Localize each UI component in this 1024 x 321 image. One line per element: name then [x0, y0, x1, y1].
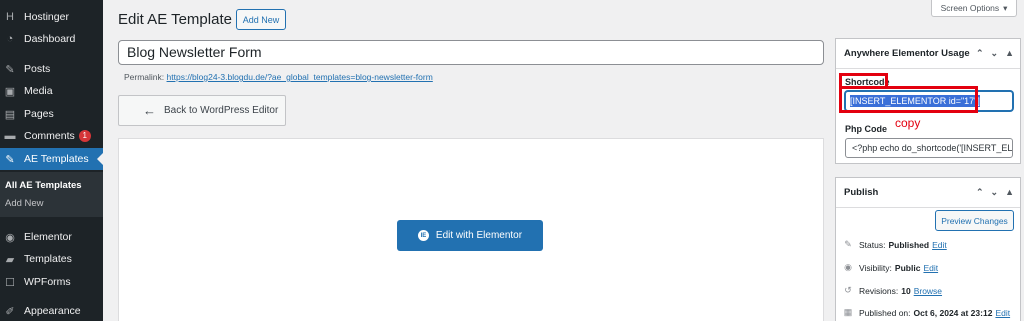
comment-count-badge: 1	[78, 130, 91, 142]
publish-box-title: Publish	[844, 187, 879, 198]
sidebar-item-label: Comments	[24, 130, 75, 142]
brush-icon: ✐	[5, 305, 15, 318]
sidebar-item-media[interactable]: ▣ Media	[0, 80, 103, 102]
shortcode-field-highlight	[839, 86, 978, 113]
publish-box-header: Publish ⌃ ⌄ ▲	[836, 178, 1020, 208]
publish-date-row: ▦ Published on: Oct 6, 2024 at 23:12 Edi…	[843, 307, 1010, 318]
edit-with-elementor-button[interactable]: IE Edit with Elementor	[397, 220, 543, 251]
chevron-down-icon: ▾	[1003, 2, 1008, 13]
sidebar-item-posts[interactable]: ✎ Posts	[0, 58, 103, 80]
ae-box-header: Anywhere Elementor Usage ⌃ ⌄ ▲	[836, 39, 1020, 69]
sidebar-item-label: Elementor	[24, 231, 72, 243]
sidebar-item-label: WPForms	[24, 276, 71, 288]
revisions-value: 10	[901, 285, 911, 296]
revisions-icon: ↺	[844, 285, 852, 295]
chevron-down-icon[interactable]: ⌄	[991, 187, 999, 198]
published-edit-link[interactable]: Edit	[995, 308, 1010, 318]
published-value: Oct 6, 2024 at 23:12	[913, 307, 993, 318]
sidebar-item-label: AE Templates	[24, 153, 89, 165]
calendar-icon: ▦	[843, 307, 853, 317]
chevron-up-icon[interactable]: ⌃	[976, 187, 984, 198]
chevron-up-icon[interactable]: ⌃	[976, 48, 984, 59]
hostinger-icon: H	[6, 11, 14, 23]
ae-templates-submenu: All AE Templates Add New	[0, 172, 103, 217]
permalink-link[interactable]: https://blog24-3.blogdu.de/?ae_global_te…	[167, 72, 433, 82]
publish-visibility-row: ◉ Visibility: Public Edit	[843, 262, 938, 273]
sidebar-item-comments[interactable]: ▬ Comments 1	[0, 125, 103, 147]
pages-icon: ▤	[4, 108, 16, 121]
preview-changes-button[interactable]: Preview Changes	[935, 210, 1014, 231]
eye-icon: ◉	[844, 262, 852, 272]
edit-with-elementor-label: Edit with Elementor	[435, 230, 523, 241]
sidebar-item-elementor[interactable]: ◉ Elementor	[0, 226, 103, 248]
publish-status-row: ✎ Status: Published Edit	[843, 239, 947, 250]
sidebar-item-pages[interactable]: ▤ Pages	[0, 103, 103, 125]
submenu-add-new[interactable]: Add New	[5, 198, 44, 209]
screen-options-label: Screen Options	[940, 3, 1000, 13]
toggle-caret-icon[interactable]: ▲	[1005, 187, 1014, 198]
add-new-button[interactable]: Add New	[236, 9, 286, 30]
sidebar-item-appearance[interactable]: ✐ Appearance	[0, 300, 103, 321]
comment-icon: ▬	[4, 130, 16, 142]
sidebar-item-ae-templates[interactable]: ✎ AE Templates	[0, 148, 103, 170]
sidebar-item-label: Dashboard	[24, 33, 76, 45]
publish-revisions-row: ↺ Revisions: 10 Browse	[843, 285, 942, 296]
dashboard-icon: ◔	[6, 33, 14, 45]
sidebar-item-label: Posts	[24, 63, 51, 75]
pin-icon: ✎	[5, 63, 15, 76]
form-icon: ☐	[5, 276, 15, 289]
sidebar-item-label: Templates	[24, 253, 72, 265]
sidebar-item-wpforms[interactable]: ☐ WPForms	[0, 271, 103, 293]
visibility-label: Visibility:	[859, 262, 892, 273]
copy-annotation: copy	[895, 116, 921, 130]
ae-box-title: Anywhere Elementor Usage	[844, 48, 970, 59]
media-icon: ▣	[4, 85, 16, 98]
arrow-left-icon: ←	[143, 103, 156, 118]
status-edit-link[interactable]: Edit	[932, 240, 947, 250]
sidebar-item-label: Appearance	[24, 305, 81, 317]
screen-options-button[interactable]: Screen Options ▾	[931, 0, 1017, 17]
revisions-label: Revisions:	[859, 285, 899, 296]
post-title-input[interactable]: Blog Newsletter Form	[118, 40, 824, 65]
visibility-value: Public	[894, 262, 921, 273]
folder-icon: ▰	[5, 253, 15, 266]
submenu-all-ae-templates[interactable]: All AE Templates	[5, 180, 82, 191]
sidebar-item-label: Media	[24, 85, 53, 97]
pin-icon: ✎	[5, 153, 15, 166]
elementor-icon: ◉	[5, 231, 15, 244]
status-label: Status:	[859, 239, 886, 250]
sidebar-item-templates[interactable]: ▰ Templates	[0, 248, 103, 270]
toggle-caret-icon[interactable]: ▲	[1005, 48, 1014, 59]
chevron-down-icon[interactable]: ⌄	[991, 48, 999, 59]
sidebar-item-label: Hostinger	[24, 11, 69, 23]
php-code-field[interactable]: <?php echo do_shortcode('[INSERT_ELEMENT…	[845, 138, 1013, 158]
permalink-label: Permalink:	[124, 72, 165, 82]
pin-icon: ✎	[844, 239, 852, 249]
back-button-label: Back to WordPress Editor	[164, 105, 279, 116]
elementor-icon: IE	[417, 230, 429, 241]
revisions-browse-link[interactable]: Browse	[914, 286, 942, 296]
php-code-label: Php Code	[845, 124, 887, 134]
admin-sidebar: H Hostinger ◔ Dashboard ✎ Posts ▣ Media …	[0, 0, 103, 321]
published-label: Published on:	[859, 307, 911, 318]
visibility-edit-link[interactable]: Edit	[923, 263, 938, 273]
status-value: Published	[888, 239, 930, 250]
sidebar-item-hostinger[interactable]: H Hostinger	[0, 6, 103, 28]
permalink: Permalink: https://blog24-3.blogdu.de/?a…	[124, 72, 433, 82]
sidebar-item-dashboard[interactable]: ◔ Dashboard	[0, 28, 103, 50]
sidebar-item-label: Pages	[24, 108, 54, 120]
back-to-wordpress-editor-button[interactable]: ← Back to WordPress Editor	[118, 95, 286, 126]
page-title: Edit AE Template	[118, 11, 232, 28]
